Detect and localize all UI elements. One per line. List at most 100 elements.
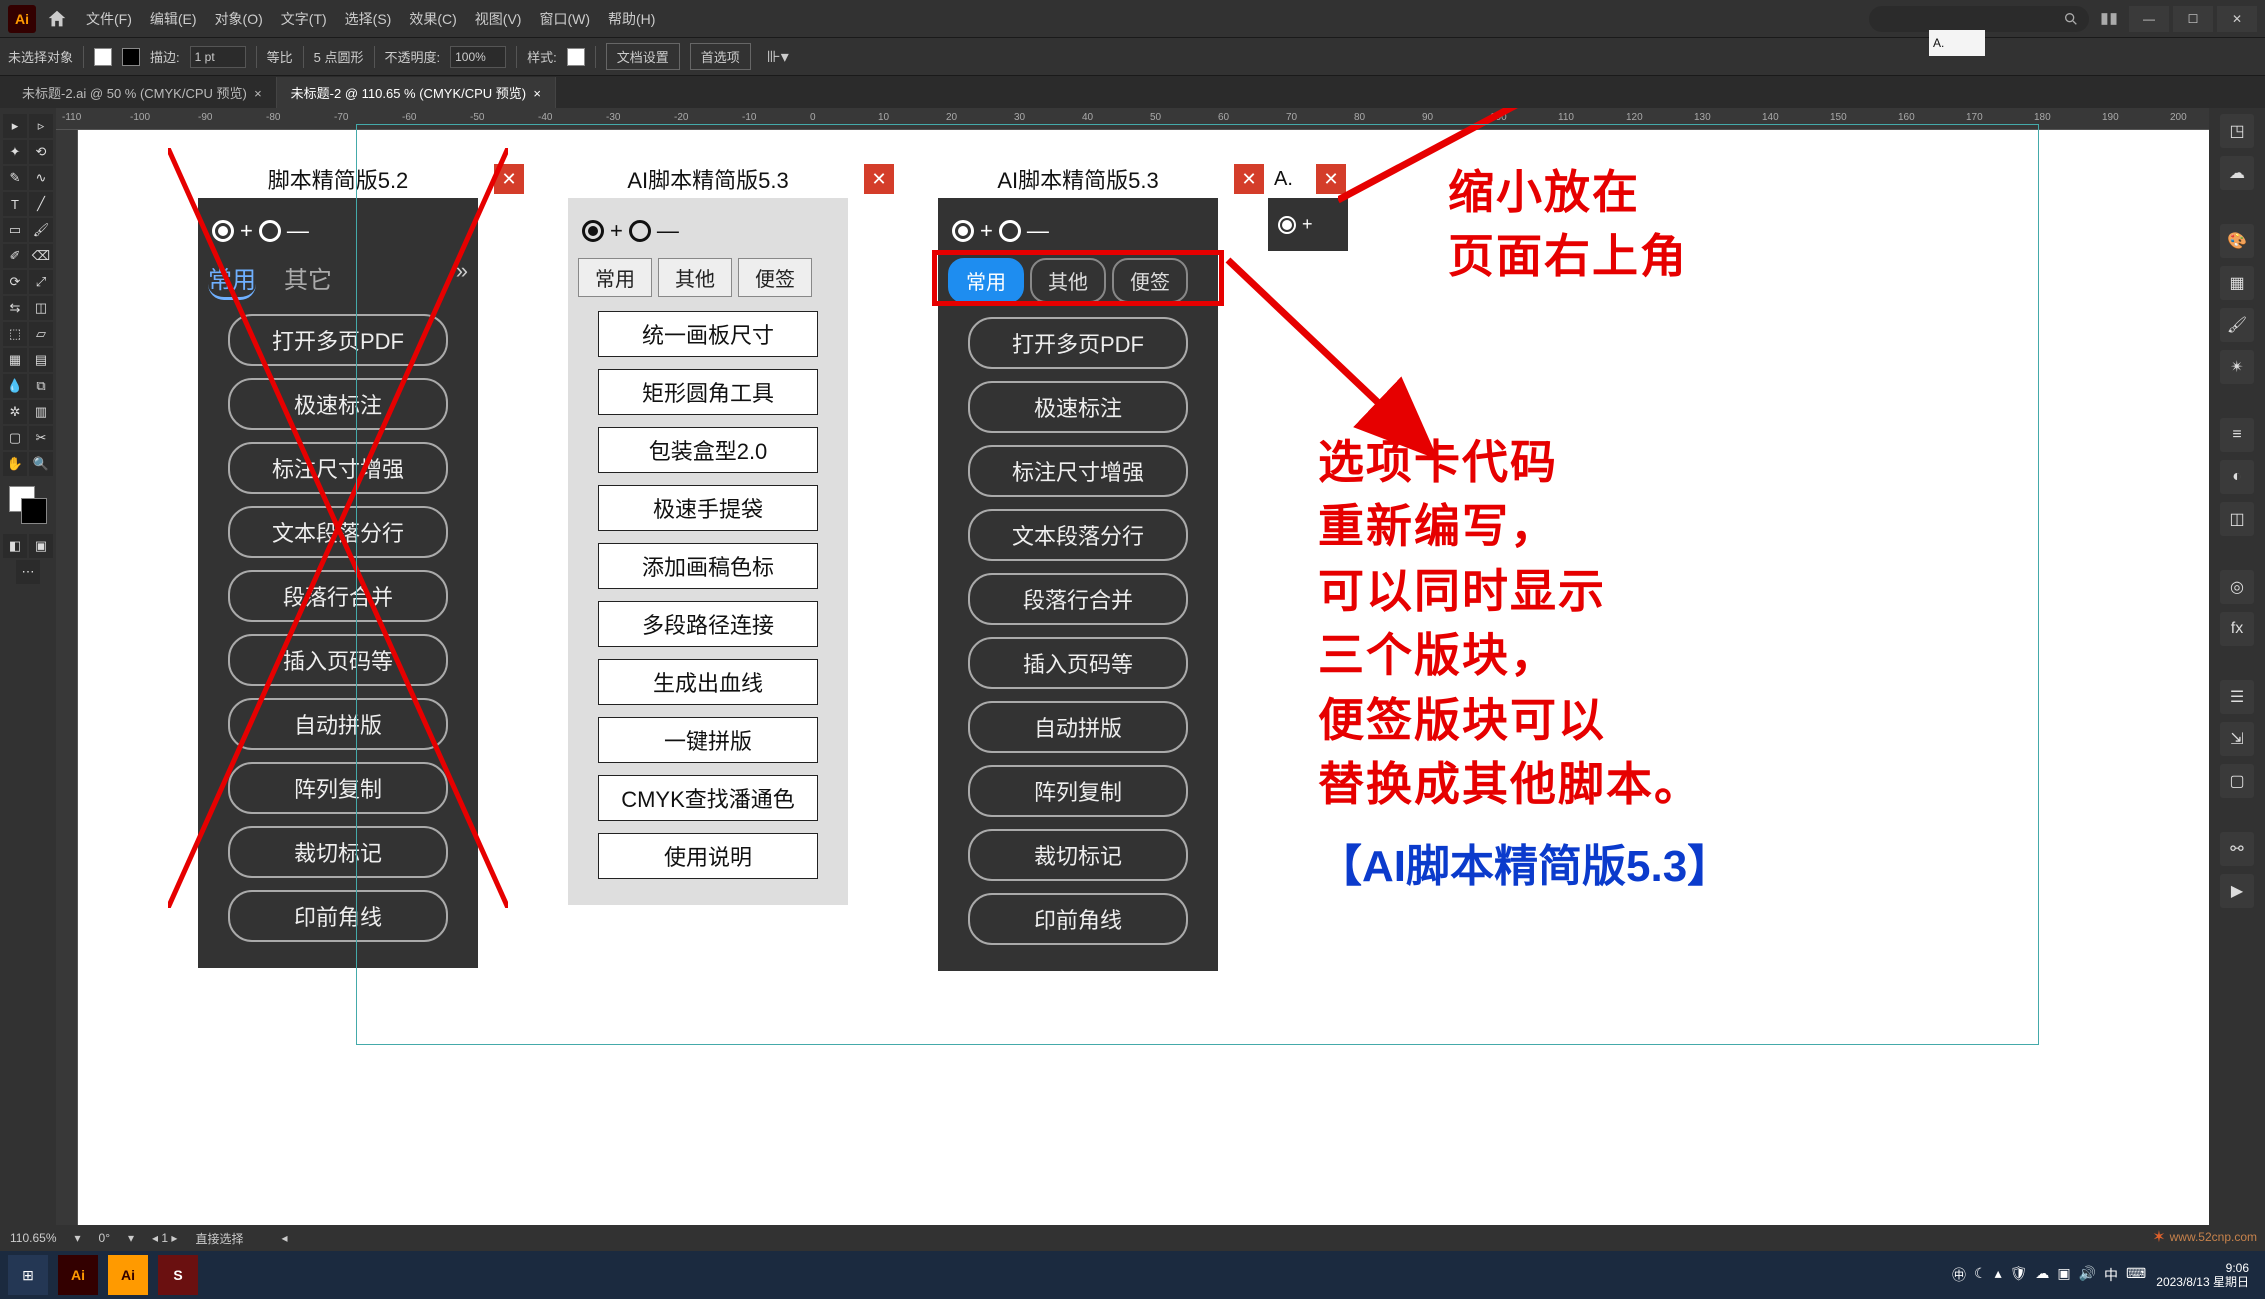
rotate-angle[interactable]: 0°	[99, 1231, 110, 1245]
doc-tab-1[interactable]: 未标题-2.ai @ 50 % (CMYK/CPU 预览) ×	[8, 77, 277, 108]
menu-help[interactable]: 帮助(H)	[608, 9, 655, 29]
free-transform-tool[interactable]: ◫	[29, 296, 53, 320]
artboard-tool[interactable]: ▢	[3, 426, 27, 450]
menu-object[interactable]: 对象(O)	[215, 9, 263, 29]
tray-ime-icon[interactable]: ㊥	[1952, 1265, 1966, 1285]
radio-off-icon[interactable]	[259, 220, 281, 242]
panel52-tab-1[interactable]: 常用	[208, 258, 256, 300]
zoom-tool[interactable]: 🔍	[29, 452, 53, 476]
libraries-panel-icon[interactable]: ☁	[2220, 156, 2254, 190]
shaper-tool[interactable]: ✐	[3, 244, 27, 268]
preferences-button[interactable]: 首选项	[690, 43, 751, 70]
menu-type[interactable]: 文字(T)	[281, 9, 327, 29]
screen-mode[interactable]: ▣	[29, 534, 53, 558]
type-tool[interactable]: T	[3, 192, 27, 216]
tray-moon-icon[interactable]: ☾	[1974, 1265, 1987, 1285]
selection-tool[interactable]: ▸	[3, 114, 27, 138]
eraser-tool[interactable]: ⌫	[29, 244, 53, 268]
radio-on-icon[interactable]	[212, 220, 234, 242]
shape-builder-tool[interactable]: ⬚	[3, 322, 27, 346]
status-bar: 110.65%▾ 0°▾ ◂ 1 ▸ 直接选择 ◂	[0, 1225, 2265, 1251]
actions-panel-icon[interactable]: ▶	[2220, 874, 2254, 908]
hand-tool[interactable]: ✋	[3, 452, 27, 476]
doc-tab-2[interactable]: 未标题-2 @ 110.65 % (CMYK/CPU 预览) ×	[277, 77, 556, 108]
eyedropper-tool[interactable]: 💧	[3, 374, 27, 398]
symbol-sprayer-tool[interactable]: ✲	[3, 400, 27, 424]
symbols-panel-icon[interactable]: ✴	[2220, 350, 2254, 384]
menu-file[interactable]: 文件(F)	[86, 9, 132, 29]
properties-panel-icon[interactable]: ◳	[2220, 114, 2254, 148]
search-box[interactable]	[1869, 6, 2089, 32]
graph-tool[interactable]: ▥	[29, 400, 53, 424]
menu-effect[interactable]: 效果(C)	[409, 9, 456, 29]
taskbar-clock[interactable]: 9:062023/8/13 星期日	[2156, 1261, 2257, 1290]
pen-tool[interactable]: ✎	[3, 166, 27, 190]
fill-stroke-swatch[interactable]	[9, 486, 47, 524]
edit-toolbar[interactable]: ⋯	[16, 560, 40, 584]
taskbar-ai-2[interactable]: Ai	[108, 1255, 148, 1295]
rotate-tool[interactable]: ⟳	[3, 270, 27, 294]
fill-swatch[interactable]	[94, 48, 112, 66]
tray-cast-icon[interactable]: ▣	[2057, 1265, 2070, 1285]
tray-lang-icon[interactable]: 中	[2104, 1265, 2118, 1285]
zoom-level[interactable]: 110.65%	[10, 1231, 56, 1245]
slice-tool[interactable]: ✂	[29, 426, 53, 450]
minimize-button[interactable]: —	[2129, 6, 2169, 32]
mesh-tool[interactable]: ▦	[3, 348, 27, 372]
artboard-canvas[interactable]: 脚本精简版5.2✕ + — 常用 其它 » 打开多页PDF极速标注标注尺寸增强文…	[78, 130, 2209, 1225]
menu-view[interactable]: 视图(V)	[475, 9, 522, 29]
opacity-input[interactable]	[450, 46, 506, 68]
stroke-swatch[interactable]	[122, 48, 140, 66]
menu-edit[interactable]: 编辑(E)	[150, 9, 197, 29]
menu-window[interactable]: 窗口(W)	[539, 9, 590, 29]
artboard-nav[interactable]: ◂ 1 ▸	[152, 1231, 177, 1245]
options-bar: 未选择对象 描边: 等比 5 点圆形 不透明度: 样式: 文档设置 首选项 ⊪▾	[0, 38, 2265, 76]
swatches-panel-icon[interactable]: ▦	[2220, 266, 2254, 300]
align-icon[interactable]: ⊪▾	[767, 47, 789, 67]
appearance-panel-icon[interactable]: ◎	[2220, 570, 2254, 604]
color-panel-icon[interactable]: 🎨	[2220, 224, 2254, 258]
width-tool[interactable]: ⇆	[3, 296, 27, 320]
curvature-tool[interactable]: ∿	[29, 166, 53, 190]
blend-tool[interactable]: ⧉	[29, 374, 53, 398]
docked-mini-panel[interactable]: A.	[1929, 30, 1985, 56]
tray-volume-icon[interactable]: 🔊	[2079, 1265, 2096, 1285]
home-icon[interactable]	[46, 8, 68, 30]
asset-export-panel-icon[interactable]: ⇲	[2220, 722, 2254, 756]
doc-setup-button[interactable]: 文档设置	[606, 43, 680, 70]
brush-label[interactable]: 5 点圆形	[314, 47, 364, 66]
links-panel-icon[interactable]: ⚯	[2220, 832, 2254, 866]
brushes-panel-icon[interactable]: 🖌	[2220, 308, 2254, 342]
tray-shield-icon[interactable]: 🛡	[2010, 1265, 2028, 1285]
stroke-weight-input[interactable]	[190, 46, 246, 68]
magic-wand-tool[interactable]: ✦	[3, 140, 27, 164]
style-swatch[interactable]	[567, 48, 585, 66]
brush-tool[interactable]: 🖌	[29, 218, 53, 242]
rectangle-tool[interactable]: ▭	[3, 218, 27, 242]
gradient-panel-icon[interactable]: ◐	[2220, 460, 2254, 494]
direct-select-tool[interactable]: ▹	[29, 114, 53, 138]
graphic-styles-panel-icon[interactable]: fx	[2220, 612, 2254, 646]
artboards-panel-icon[interactable]: ▢	[2220, 764, 2254, 798]
tray-cloud-icon[interactable]: ☁	[2035, 1265, 2049, 1285]
arrange-icon[interactable]	[2099, 9, 2119, 29]
gradient-tool[interactable]: ▤	[29, 348, 53, 372]
taskbar-app-3[interactable]: S	[158, 1255, 198, 1295]
taskbar-ai-1[interactable]: Ai	[58, 1255, 98, 1295]
scale-tool[interactable]: ⤢	[29, 270, 53, 294]
start-button[interactable]: ⊞	[8, 1255, 48, 1295]
tray-chevron-up-icon[interactable]: ▴	[1995, 1265, 2002, 1285]
lasso-tool[interactable]: ⟲	[29, 140, 53, 164]
uniform-label[interactable]: 等比	[267, 47, 293, 66]
perspective-tool[interactable]: ▱	[29, 322, 53, 346]
panel52-tab-2[interactable]: 其它	[284, 258, 332, 300]
close-window-button[interactable]: ✕	[2217, 6, 2257, 32]
maximize-button[interactable]: ☐	[2173, 6, 2213, 32]
layers-panel-icon[interactable]: ☰	[2220, 680, 2254, 714]
menu-select[interactable]: 选择(S)	[345, 9, 392, 29]
tray-keyboard-icon[interactable]: ⌨	[2126, 1265, 2146, 1285]
color-mode[interactable]: ◧	[3, 534, 27, 558]
stroke-panel-icon[interactable]: ≡	[2220, 418, 2254, 452]
line-tool[interactable]: ╱	[29, 192, 53, 216]
transparency-panel-icon[interactable]: ◫	[2220, 502, 2254, 536]
